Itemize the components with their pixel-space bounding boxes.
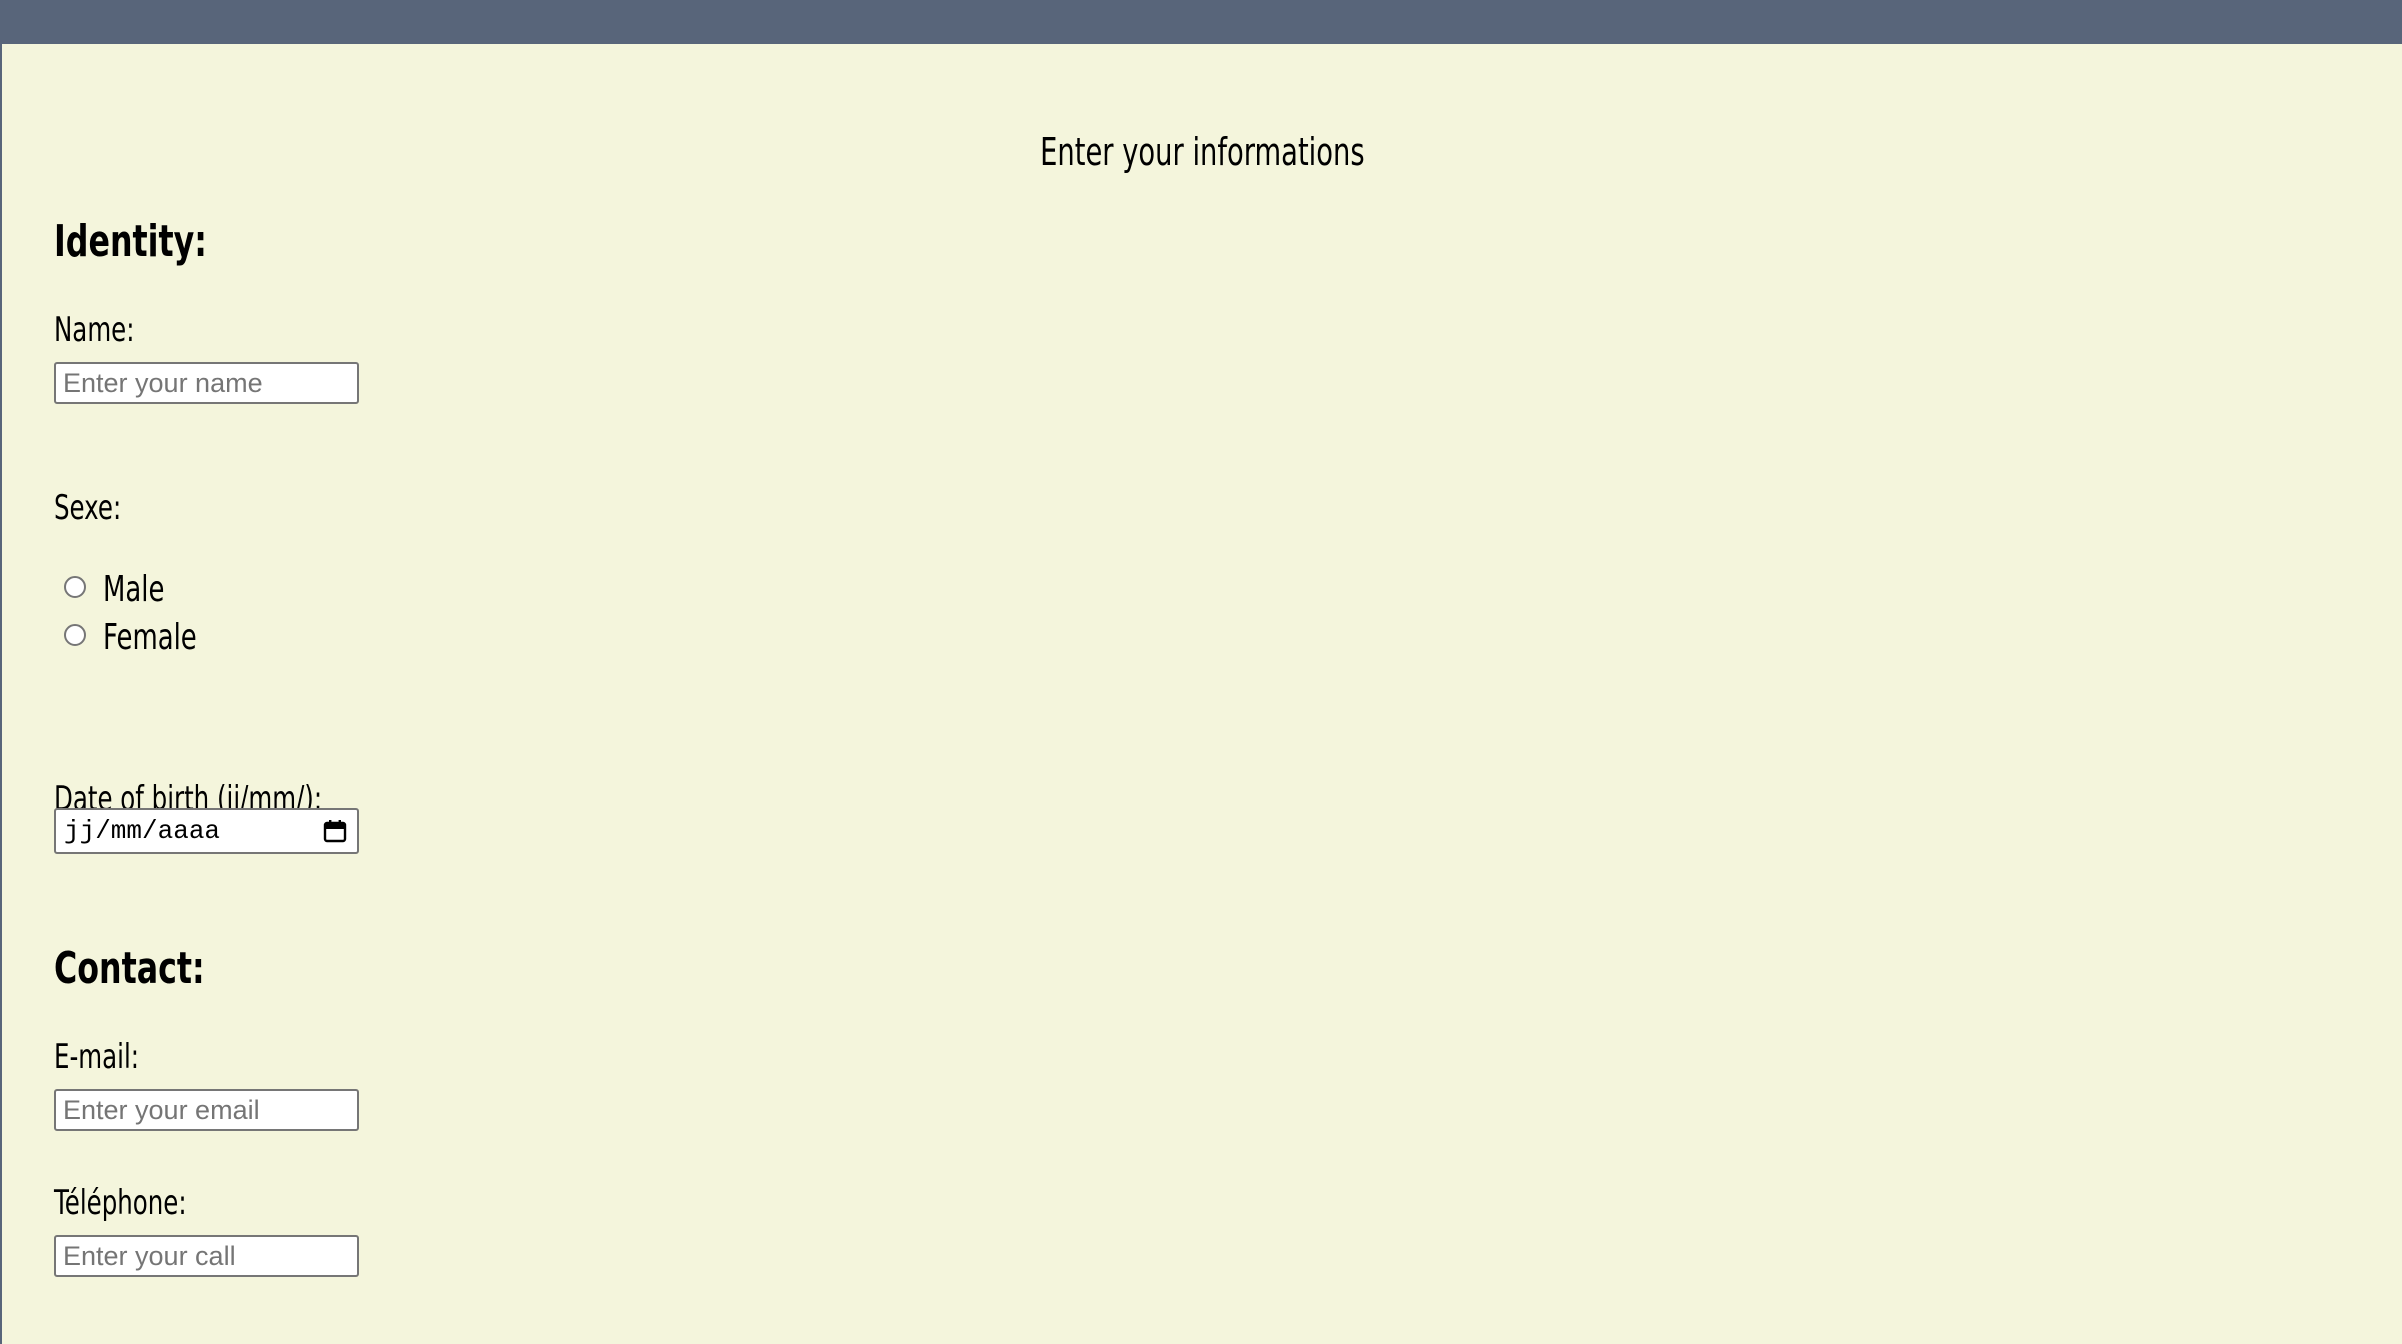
- calendar-icon[interactable]: [323, 819, 347, 843]
- phone-input[interactable]: [54, 1235, 359, 1277]
- sex-label: Sexe:: [54, 488, 122, 528]
- name-input[interactable]: [54, 362, 359, 404]
- dob-placeholder: jj/mm/aaaa: [64, 816, 221, 846]
- contact-section-title: Contact:: [54, 943, 205, 994]
- email-input[interactable]: [54, 1089, 359, 1131]
- female-label: Female: [103, 617, 197, 658]
- email-label: E-mail:: [54, 1037, 140, 1077]
- male-radio[interactable]: [64, 576, 86, 598]
- top-bar: [0, 0, 2402, 44]
- page-title: Enter your informations: [1039, 130, 1365, 174]
- dob-input[interactable]: jj/mm/aaaa: [54, 808, 359, 854]
- male-label: Male: [103, 569, 165, 610]
- name-label: Name:: [54, 310, 135, 350]
- female-radio[interactable]: [64, 624, 86, 646]
- identity-section-title: Identity:: [54, 216, 207, 267]
- form-page: Enter your informations Identity: Name: …: [0, 44, 2400, 1344]
- phone-label: Téléphone:: [54, 1183, 187, 1223]
